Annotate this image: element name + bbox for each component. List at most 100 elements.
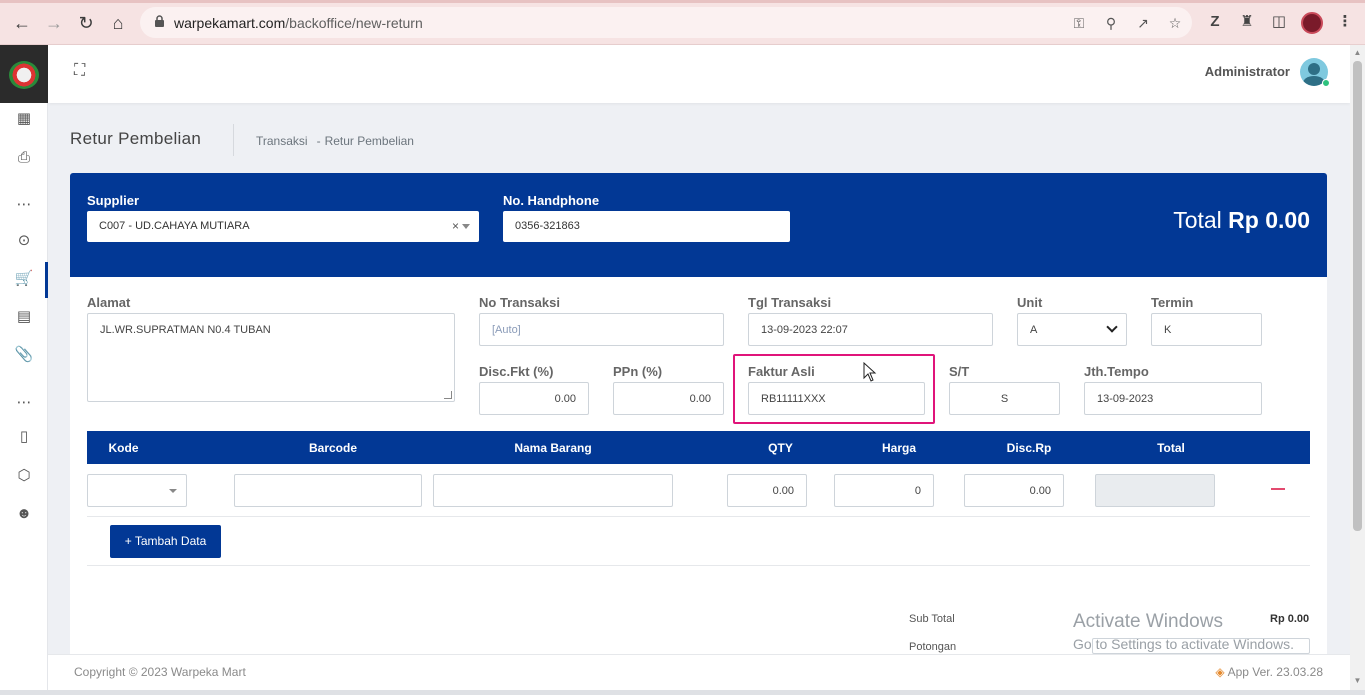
supplier-label: Supplier bbox=[87, 193, 140, 208]
sub-total-label: Sub Total bbox=[909, 613, 955, 625]
app-version: ◈ App Ver. 23.03.28 bbox=[1215, 665, 1323, 679]
return-form-card: Supplier C007 - UD.CAHAYA MUTIARA × No. … bbox=[70, 173, 1327, 663]
no-transaksi-input[interactable]: [Auto] bbox=[479, 313, 724, 346]
app-header: ⛶ Administrator bbox=[48, 45, 1350, 103]
total-value: Rp 0.00 bbox=[1228, 207, 1310, 233]
box-icon[interactable]: ⬡ bbox=[0, 464, 48, 488]
copyright-text: Copyright © 2023 Warpeka Mart bbox=[74, 665, 246, 679]
resize-handle-icon[interactable] bbox=[444, 391, 452, 399]
app-version-text: App Ver. 23.03.28 bbox=[1227, 665, 1323, 679]
back-icon[interactable]: ← bbox=[11, 12, 33, 34]
breadcrumb-separator: - bbox=[316, 134, 321, 148]
st-input[interactable]: S bbox=[949, 382, 1060, 415]
remove-row-icon[interactable] bbox=[1271, 488, 1285, 490]
unit-select[interactable]: A bbox=[1017, 313, 1127, 346]
alamat-textarea[interactable]: JL.WR.SUPRATMAN N0.4 TUBAN bbox=[87, 313, 455, 402]
browser-profile-avatar[interactable] bbox=[1301, 12, 1323, 34]
share-icon[interactable]: ↗ bbox=[1134, 14, 1152, 32]
barcode-input[interactable] bbox=[234, 474, 422, 507]
jth-tempo-label: Jth.Tempo bbox=[1084, 364, 1149, 379]
disc-fkt-input[interactable]: 0.00 bbox=[479, 382, 589, 415]
phone-label: No. Handphone bbox=[503, 193, 600, 208]
column-header-nama-barang: Nama Barang bbox=[514, 441, 592, 455]
tgl-transaksi-label: Tgl Transaksi bbox=[748, 295, 832, 310]
user-name[interactable]: Administrator bbox=[1205, 64, 1290, 79]
browser-menu-icon[interactable]: ⋮ bbox=[1335, 12, 1355, 32]
app-logo[interactable] bbox=[0, 45, 48, 103]
more-icon[interactable]: ⋯ bbox=[0, 391, 48, 415]
st-label: S/T bbox=[949, 364, 970, 379]
no-transaksi-label: No Transaksi bbox=[479, 295, 560, 310]
sidepanel-icon[interactable]: ◫ bbox=[1269, 12, 1289, 32]
disc-fkt-label: Disc.Fkt (%) bbox=[479, 364, 554, 379]
bookmark-star-icon[interactable]: ☆ bbox=[1166, 14, 1184, 32]
users-icon[interactable]: ☻ bbox=[0, 502, 48, 526]
termin-label: Termin bbox=[1151, 295, 1194, 310]
receipt-icon[interactable]: ▤ bbox=[0, 305, 48, 329]
address-bar[interactable]: warpekamart.com/backoffice/new-return ⚿ … bbox=[140, 7, 1192, 38]
forward-icon[interactable]: → bbox=[43, 12, 65, 34]
page-title: Retur Pembelian bbox=[70, 129, 202, 148]
termin-input[interactable]: K bbox=[1151, 313, 1262, 346]
harga-input[interactable]: 0 bbox=[834, 474, 934, 507]
tambah-data-label: Tambah Data bbox=[134, 534, 207, 548]
qty-input[interactable]: 0.00 bbox=[727, 474, 807, 507]
column-header-total: Total bbox=[1157, 441, 1185, 455]
scroll-up-arrow-icon[interactable]: ▲ bbox=[1353, 49, 1362, 57]
lock-icon bbox=[155, 15, 164, 27]
broadcast-icon[interactable]: ⊙ bbox=[0, 229, 48, 253]
scroll-down-arrow-icon[interactable]: ▼ bbox=[1353, 677, 1362, 685]
url-domain: warpekamart.com bbox=[174, 15, 286, 31]
phone-input[interactable]: 0356-321863 bbox=[503, 211, 790, 242]
supplier-select[interactable]: C007 - UD.CAHAYA MUTIARA × bbox=[87, 211, 479, 242]
layers-icon: ◈ bbox=[1215, 665, 1225, 679]
breadcrumb: Transaksi - Retur Pembelian bbox=[256, 134, 414, 148]
cart-icon[interactable]: 🛒 bbox=[0, 267, 48, 291]
column-header-barcode: Barcode bbox=[308, 441, 358, 455]
page-scrollbar[interactable]: ▲ ▼ bbox=[1350, 45, 1365, 690]
tgl-transaksi-input[interactable]: 13-09-2023 22:07 bbox=[748, 313, 993, 346]
column-header-qty: QTY bbox=[768, 441, 793, 455]
chevron-down-icon bbox=[169, 489, 177, 493]
jth-tempo-input[interactable]: 13-09-2023 bbox=[1084, 382, 1262, 415]
ppn-label: PPn (%) bbox=[613, 364, 663, 379]
breadcrumb-item-transaksi[interactable]: Transaksi bbox=[256, 134, 308, 148]
chevron-down-icon bbox=[462, 224, 470, 229]
page-footer: Copyright © 2023 Warpeka Mart ◈ App Ver. … bbox=[48, 654, 1350, 690]
puzzle-icon[interactable]: ♜ bbox=[1237, 12, 1257, 32]
dashboard-icon[interactable]: ▦ bbox=[0, 107, 48, 131]
key-icon[interactable]: ⚿ bbox=[1070, 14, 1088, 32]
total-display: Total Rp 0.00 bbox=[1173, 207, 1310, 234]
online-status-dot bbox=[1322, 79, 1330, 87]
row-total-input bbox=[1095, 474, 1215, 507]
reload-icon[interactable]: ↻ bbox=[75, 12, 97, 34]
zoom-icon[interactable]: ⚲ bbox=[1102, 14, 1120, 32]
disc-rp-input[interactable]: 0.00 bbox=[964, 474, 1064, 507]
chevron-down-icon bbox=[1106, 321, 1118, 333]
url-path: /backoffice/new-return bbox=[285, 15, 423, 31]
form-header: Supplier C007 - UD.CAHAYA MUTIARA × No. … bbox=[70, 173, 1327, 277]
items-table-header: Kode Barcode Nama Barang QTY Harga Disc.… bbox=[87, 431, 1310, 464]
ppn-input[interactable]: 0.00 bbox=[613, 382, 724, 415]
clear-icon[interactable]: × bbox=[452, 219, 459, 233]
row-divider bbox=[87, 516, 1310, 517]
nama-barang-input[interactable] bbox=[433, 474, 673, 507]
faktur-asli-input[interactable]: RB11111XXX bbox=[748, 382, 925, 415]
tambah-data-button[interactable]: + Tambah Data bbox=[110, 525, 221, 558]
plus-icon: + bbox=[124, 534, 132, 548]
more-icon[interactable]: ⋯ bbox=[0, 193, 48, 217]
book-icon[interactable]: ▯ bbox=[0, 425, 48, 449]
extension-z-icon[interactable]: Z bbox=[1205, 12, 1225, 32]
activate-windows-subtitle: Go to Settings to activate Windows. bbox=[1073, 636, 1294, 652]
scroll-thumb[interactable] bbox=[1353, 61, 1362, 531]
total-prefix: Total bbox=[1173, 207, 1222, 233]
clipboard-icon[interactable]: ⎙ bbox=[0, 146, 48, 170]
home-icon[interactable]: ⌂ bbox=[107, 12, 129, 34]
mouse-cursor-icon bbox=[863, 362, 877, 382]
activate-windows-title: Activate Windows bbox=[1073, 611, 1223, 632]
logo-image bbox=[9, 61, 39, 89]
potongan-label: Potongan bbox=[909, 641, 957, 653]
kode-select[interactable] bbox=[87, 474, 187, 507]
paperclip-icon[interactable]: 📎 bbox=[0, 343, 48, 367]
fullscreen-icon[interactable]: ⛶ bbox=[74, 63, 90, 79]
